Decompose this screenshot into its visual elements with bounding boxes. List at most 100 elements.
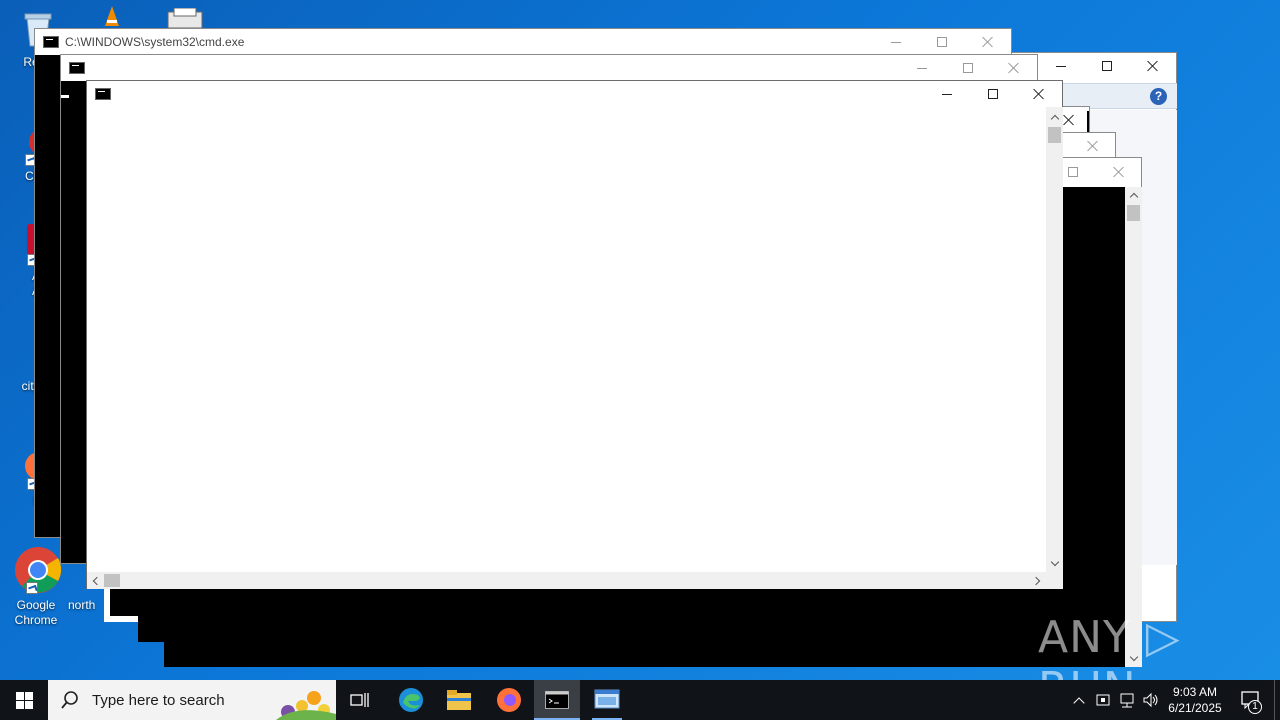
console-area[interactable]: [1063, 187, 1125, 667]
scroll-left-arrow-icon[interactable]: [87, 572, 104, 589]
close-icon: [1033, 88, 1045, 100]
scroll-thumb[interactable]: [1127, 205, 1140, 221]
tray-device-icon-button[interactable]: [1092, 680, 1114, 720]
show-hidden-icons-button[interactable]: [1068, 680, 1090, 720]
chevron-up-icon: [1073, 696, 1085, 709]
cmd-icon: [69, 62, 85, 74]
notification-badge: 1: [1248, 700, 1262, 714]
desktop-icon-north[interactable]: north: [68, 598, 108, 613]
vertical-scroll-thumb[interactable]: [1048, 127, 1061, 143]
maximize-icon: [937, 37, 947, 47]
maximize-button[interactable]: [970, 81, 1016, 107]
network-icon: [1120, 693, 1134, 708]
maximize-icon: [963, 63, 973, 73]
desktop-icon-partial-printer[interactable]: [166, 7, 206, 29]
firefox-icon: [497, 688, 521, 712]
title-bar[interactable]: [61, 55, 1037, 81]
cmd-icon: [43, 36, 59, 48]
maximize-button[interactable]: [919, 29, 965, 55]
cmd-icon: [95, 88, 111, 100]
scroll-up-arrow-icon[interactable]: [1046, 109, 1063, 126]
device-icon: [1096, 694, 1110, 706]
close-icon[interactable]: [1087, 140, 1099, 152]
horizontal-scrollbar[interactable]: [87, 572, 1046, 589]
network-button[interactable]: [1116, 680, 1138, 720]
close-icon: [1147, 60, 1159, 72]
task-view-button[interactable]: [338, 680, 382, 720]
cmd-console-bottom-4[interactable]: [110, 588, 138, 616]
action-center-button[interactable]: 1: [1234, 680, 1268, 720]
cmd-window-front[interactable]: [86, 80, 1063, 589]
taskbar-cmd-button[interactable]: [534, 680, 580, 720]
maximize-button[interactable]: [1084, 53, 1130, 79]
taskbar-firefox-button[interactable]: [486, 680, 532, 720]
show-desktop-button[interactable]: [1274, 680, 1280, 720]
maximize-icon[interactable]: [1068, 167, 1078, 177]
window-title: C:\WINDOWS\system32\cmd.exe: [65, 35, 245, 49]
horizontal-scroll-thumb[interactable]: [104, 574, 120, 587]
taskbar-file-explorer-button[interactable]: [436, 680, 482, 720]
speaker-icon: [1143, 692, 1158, 708]
caption-buttons: [899, 55, 1037, 81]
taskbar-control-panel-button[interactable]: [584, 680, 630, 720]
control-panel-caption-buttons: [1038, 53, 1176, 79]
title-bar[interactable]: C:\WINDOWS\system32\cmd.exe: [35, 29, 1011, 55]
cmd-console-bottom[interactable]: [164, 588, 1064, 667]
printer-icon: [167, 7, 203, 29]
close-icon[interactable]: [1113, 166, 1125, 178]
minimize-icon: [942, 93, 952, 95]
taskbar: Type here to search 9:03 AM 6/21/2025 1: [0, 680, 1280, 720]
title-bar[interactable]: [87, 81, 1062, 107]
minimize-icon: [891, 41, 901, 43]
desktop-icon-label: Google Chrome: [14, 598, 58, 627]
vertical-scrollbar[interactable]: [1125, 187, 1142, 667]
maximize-button[interactable]: [945, 55, 991, 81]
taskbar-clock[interactable]: 9:03 AM 6/21/2025: [1160, 684, 1230, 716]
clock-time: 9:03 AM: [1172, 685, 1218, 699]
desktop-icon-label: north: [68, 598, 96, 612]
search-icon: [61, 691, 78, 709]
minimize-button[interactable]: [899, 55, 945, 81]
scroll-right-arrow-icon[interactable]: [1029, 572, 1046, 589]
close-button[interactable]: [965, 29, 1011, 55]
caption-buttons: [873, 29, 1011, 55]
close-button[interactable]: [1130, 53, 1176, 79]
task-view-icon: [350, 693, 369, 707]
close-button[interactable]: [1016, 81, 1062, 107]
maximize-icon: [988, 89, 998, 99]
minimize-button[interactable]: [873, 29, 919, 55]
vlc-icon: [105, 6, 119, 26]
chrome-icon: [14, 546, 62, 594]
minimize-button[interactable]: [924, 81, 970, 107]
minimize-icon: [1056, 65, 1066, 67]
minimize-icon: [917, 67, 927, 69]
close-icon[interactable]: [1063, 114, 1075, 126]
close-icon: [982, 36, 994, 48]
desktop-icon-partial-top[interactable]: [104, 6, 120, 26]
taskbar-edge-button[interactable]: [388, 680, 434, 720]
console-area[interactable]: [87, 107, 1046, 572]
file-explorer-icon: [447, 690, 471, 710]
scroll-down-arrow-icon[interactable]: [1046, 555, 1063, 572]
cmd-console-bottom-2[interactable]: [138, 588, 168, 642]
volume-button[interactable]: [1140, 680, 1162, 720]
close-button[interactable]: [991, 55, 1037, 81]
search-highlight-flowers-icon: [276, 691, 336, 720]
search-box[interactable]: Type here to search: [48, 680, 336, 720]
scroll-up-arrow-icon[interactable]: [1125, 187, 1142, 204]
cursor: [61, 95, 69, 98]
search-placeholder: Type here to search: [92, 691, 225, 709]
help-icon[interactable]: ?: [1150, 88, 1167, 105]
control-panel-icon: [594, 689, 620, 709]
windows-logo-icon: [15, 691, 33, 709]
scroll-corner: [1046, 572, 1063, 589]
start-button[interactable]: [0, 680, 48, 720]
close-icon: [1008, 62, 1020, 74]
caption-buttons: [924, 81, 1062, 107]
shortcut-arrow-icon: [26, 582, 38, 594]
maximize-icon: [1102, 61, 1112, 71]
dialog-edge: [1087, 111, 1089, 133]
minimize-button[interactable]: [1038, 53, 1084, 79]
vertical-scrollbar[interactable]: [1046, 107, 1063, 572]
edge-icon: [399, 688, 423, 712]
